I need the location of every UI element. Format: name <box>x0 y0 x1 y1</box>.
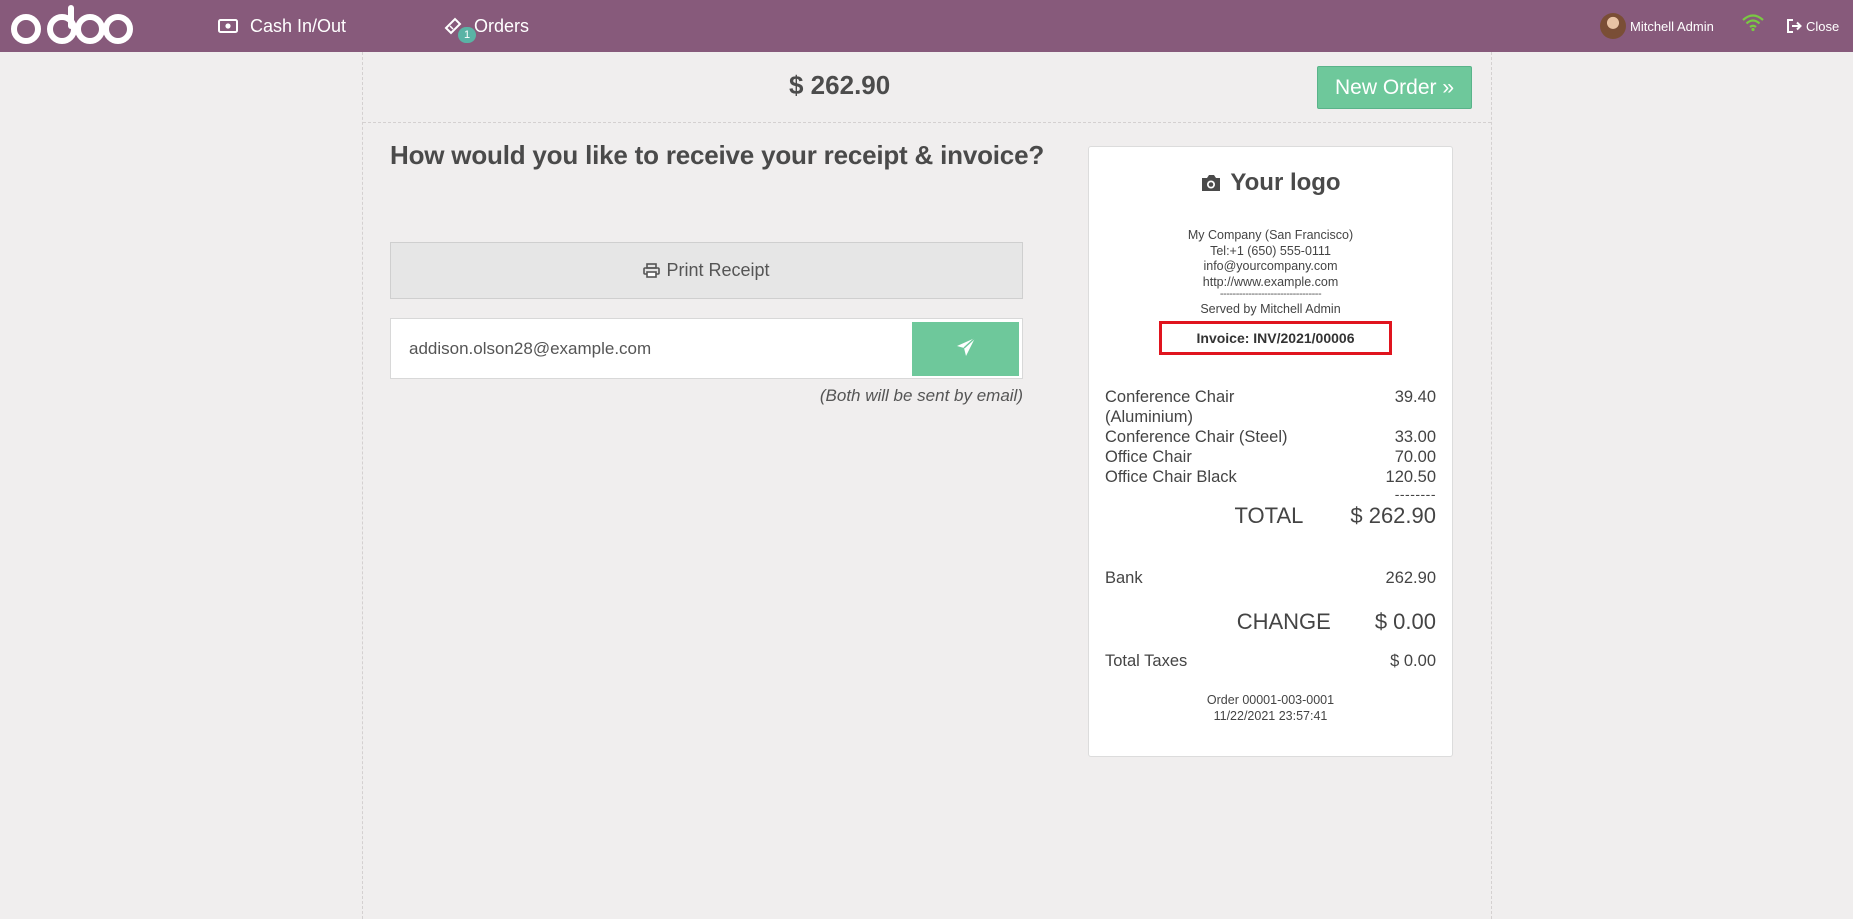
receipt-screen-header: $ 262.90 New Order » <box>363 52 1491 123</box>
send-email-button[interactable] <box>912 322 1019 376</box>
print-receipt-label: Print Receipt <box>666 260 770 280</box>
order-line: Conference Chair (Steel) 33.00 <box>1105 427 1436 447</box>
order-line-price: 120.50 <box>1385 468 1436 486</box>
total-value: $ 262.90 <box>1350 503 1436 528</box>
print-icon <box>643 263 661 278</box>
order-line-price: 39.40 <box>1394 388 1436 406</box>
receipt-divider: -------------------------------- <box>1219 288 1322 300</box>
orders-label: Orders <box>474 15 530 36</box>
user-menu[interactable]: Mitchell Admin <box>1600 0 1714 52</box>
receipt-screen: $ 262.90 New Order » How would you like … <box>362 52 1492 919</box>
change-value: $ 0.00 <box>1374 609 1436 634</box>
user-name: Mitchell Admin <box>1630 18 1714 34</box>
served-by: Served by Mitchell Admin <box>1200 302 1341 316</box>
orders-count-badge: 1 <box>458 27 476 43</box>
order-line: Conference Chair (Aluminium) 39.40 <box>1105 387 1436 427</box>
close-label: Close <box>1806 18 1840 34</box>
cash-in-out-label: Cash In/Out <box>250 15 347 36</box>
receipt-footer: Order 00001-003-0001 11/22/2021 23:57:41 <box>1089 693 1452 724</box>
taxes-value: $ 0.00 <box>1390 652 1436 670</box>
order-line: Office Chair 70.00 <box>1105 447 1436 467</box>
close-button[interactable]: Close <box>1787 0 1839 52</box>
amount-due: $ 262.90 <box>789 70 891 100</box>
total-label: TOTAL <box>1234 503 1304 528</box>
company-name: My Company (San Francisco) <box>1187 228 1354 242</box>
receipt-preview: Your logo My Company (San Francisco) Tel… <box>1088 146 1453 757</box>
company-logo-placeholder: Your logo <box>1089 169 1452 197</box>
email-input[interactable] <box>392 320 912 377</box>
top-bar: Cash In/Out 1 Orders Mitchell Admin Clos… <box>0 0 1853 52</box>
email-send-group <box>390 318 1023 379</box>
order-line: Office Chair Black 120.50 <box>1105 467 1436 487</box>
change-label: CHANGE <box>1236 609 1331 634</box>
total-row: TOTAL $ 262.90 <box>1105 503 1436 529</box>
money-icon <box>218 19 238 33</box>
order-date: 11/22/2021 23:57:41 <box>1213 708 1328 723</box>
order-line-name: Conference Chair (Aluminium) <box>1105 388 1235 426</box>
ticket-icon: 1 <box>444 17 476 43</box>
print-receipt-button[interactable]: Print Receipt <box>390 242 1023 299</box>
taxes-label: Total Taxes <box>1105 652 1188 670</box>
camera-icon <box>1200 174 1222 192</box>
order-line-price: 70.00 <box>1394 448 1436 466</box>
change-row: CHANGE $ 0.00 <box>1105 609 1436 635</box>
company-email: info@yourcompany.com <box>1203 259 1338 273</box>
odoo-logo <box>10 5 134 52</box>
total-separator: -------- <box>1394 486 1436 502</box>
company-phone: Tel:+1 (650) 555-0111 <box>1210 243 1331 258</box>
order-line-price: 33.00 <box>1394 428 1436 446</box>
orders-button[interactable]: 1 Orders <box>444 0 529 52</box>
paper-plane-icon <box>956 336 976 362</box>
invoice-number: Invoice: INV/2021/00006 <box>1159 321 1392 355</box>
order-reference: Order 00001-003-0001 <box>1206 693 1335 707</box>
taxes-row: Total Taxes $ 0.00 <box>1105 652 1436 671</box>
payment-method: Bank <box>1105 569 1143 587</box>
avatar <box>1600 13 1626 39</box>
wifi-icon <box>1742 14 1764 37</box>
payment-row: Bank 262.90 <box>1105 569 1436 588</box>
new-order-button[interactable]: New Order » <box>1317 66 1472 109</box>
order-line-name: Office Chair <box>1105 448 1192 466</box>
logo-text: Your logo <box>1230 169 1341 196</box>
order-line-name: Conference Chair (Steel) <box>1105 428 1288 446</box>
payment-amount: 262.90 <box>1385 569 1436 587</box>
receipt-question-heading: How would you like to receive your recei… <box>390 140 1045 170</box>
company-contact: My Company (San Francisco) Tel:+1 (650) … <box>1089 228 1452 290</box>
order-line-name: Office Chair Black <box>1105 468 1237 486</box>
cash-in-out-button[interactable]: Cash In/Out <box>218 0 346 52</box>
email-note: (Both will be sent by email) <box>819 386 1023 405</box>
order-lines: Conference Chair (Aluminium) 39.40 Confe… <box>1105 387 1436 501</box>
sign-out-icon <box>1787 19 1802 33</box>
